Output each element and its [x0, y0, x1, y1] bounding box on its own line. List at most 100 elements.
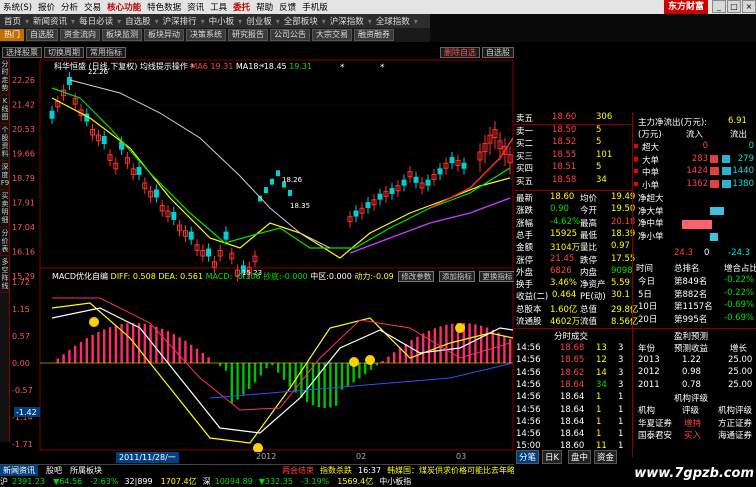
quote-level-label: 买五 — [516, 176, 534, 187]
profit-eps: 0.98 — [682, 367, 701, 378]
stat-value: 9098 — [611, 265, 633, 276]
menu-analysis[interactable]: 分析 — [58, 1, 81, 13]
profit-growth: 25.00 — [728, 367, 753, 378]
menu-phone[interactable]: 手机版 — [299, 1, 331, 13]
remove-watchlist-button[interactable]: 删除自选 — [440, 46, 480, 58]
sidebar-item-3[interactable]: 深度F9 — [0, 161, 10, 190]
menu-special-data[interactable]: 特色数据 — [144, 1, 184, 13]
quick-nav-1[interactable]: 自选股 — [26, 29, 58, 41]
sidebar-item-1[interactable]: K线图 — [0, 95, 10, 124]
quick-nav-9[interactable]: 融资融券 — [354, 29, 394, 41]
menu-bar: 系统(S) 报价 分析 交易 核心功能 特色数据 资讯 工具 委托 帮助 反馈 … — [0, 0, 756, 14]
menu-entrust[interactable]: 委托 — [230, 1, 253, 13]
maximize-icon[interactable]: □ — [727, 0, 741, 13]
quote-tab-2[interactable]: 盘中 — [568, 450, 592, 464]
macd-tick-label: 0.00 — [12, 359, 30, 368]
profit-growth: 25.00 — [728, 355, 753, 365]
quick-nav-6[interactable]: 研究报告 — [228, 29, 268, 41]
nav-item-1[interactable]: 新闻资讯 — [29, 15, 71, 27]
quick-nav-0[interactable]: 热门 — [0, 29, 24, 41]
quote-tab-0[interactable]: 分笔 — [516, 450, 540, 464]
menu-quote[interactable]: 报价 — [35, 1, 58, 13]
main-nav: 首页 ▾ 新闻资讯 ▾ 每日必读 ▾ 自选股 ▾ 沪深排行 ▾ 中小板 ▾ 创业板 ▾ 全部板块 ▾ 沪深指数 ▾… — [0, 14, 430, 28]
menu-help[interactable]: 帮助 — [253, 1, 276, 13]
switch-period-button[interactable]: 切换周期 — [44, 46, 84, 58]
nav-item-2[interactable]: 每日必读 — [75, 15, 117, 27]
edit-params-button[interactable]: 修改参数 — [398, 271, 435, 282]
candle-body — [437, 168, 443, 175]
sidebar-item-5[interactable]: 分价表 — [0, 227, 10, 256]
smiley-icon — [253, 443, 263, 452]
quick-nav-4[interactable]: 板块异动 — [144, 29, 184, 41]
quote-level-volume: 101 — [596, 149, 613, 160]
nav-item-3[interactable]: 自选股 — [121, 15, 155, 27]
sidebar-item-4[interactable]: 买卖明细 — [0, 190, 10, 227]
menu-system[interactable]: 系统(S) — [0, 1, 35, 13]
menu-feedback[interactable]: 反馈 — [276, 1, 299, 13]
ticker-time: 16:37 — [358, 466, 382, 475]
menu-tools[interactable]: 工具 — [207, 1, 230, 13]
stat-label: 量比 — [580, 243, 598, 254]
divider — [632, 328, 756, 329]
price-tick-label: 17.04 — [12, 223, 35, 232]
common-indicators-button[interactable]: 常用指标 — [86, 46, 126, 58]
smiley-icon — [365, 355, 375, 365]
quick-nav-5[interactable]: 决策系统 — [186, 29, 226, 41]
macd-tick-label: -0.57 — [12, 386, 33, 395]
candle-body — [377, 193, 383, 200]
quote-tab-1[interactable]: 日K — [542, 450, 563, 464]
flow-value: 6.91 — [728, 116, 747, 126]
quick-nav-3[interactable]: 板块监测 — [102, 29, 142, 41]
close-icon[interactable]: × — [742, 0, 756, 13]
flow-out-label: 流出 — [730, 130, 748, 140]
news-tab[interactable]: 新闻资讯 — [0, 465, 38, 476]
sidebar-item-0[interactable]: 分时走势 — [0, 58, 10, 95]
change-indicator-button[interactable]: 更换指标 — [479, 271, 516, 282]
nav-item-9[interactable]: 全球指数 — [372, 15, 414, 27]
nav-item-0[interactable]: 首页 — [0, 15, 25, 27]
macd-info-bar: MACD优化自编 DIFF: 0.508 DEA: 0.561 MACD: -0… — [52, 271, 516, 282]
industry-rank: 第849名 — [674, 277, 708, 287]
profit-year: 2013 — [638, 355, 660, 365]
quick-nav-8[interactable]: 大宗交易 — [312, 29, 352, 41]
watchlist-button[interactable]: 自选股 — [482, 46, 514, 58]
nav-item-7[interactable]: 全部板块 — [280, 15, 322, 27]
minimize-icon[interactable]: _ — [712, 0, 726, 13]
stat-value: 4602万 — [550, 317, 581, 327]
industry-ratio: -0.69% — [724, 312, 755, 323]
headline-2[interactable]: 指数杀跌 — [320, 465, 352, 476]
guba-tab[interactable]: 股吧 — [46, 465, 62, 476]
sector-tab[interactable]: 所属板块 — [70, 465, 102, 476]
flow-out-value: 1380 — [732, 178, 754, 189]
macd-tick-label: 0.57 — [12, 332, 30, 341]
menu-news[interactable]: 资讯 — [184, 1, 207, 13]
headline-1[interactable]: 两会结束 — [282, 465, 314, 476]
nav-item-6[interactable]: 创业板 — [242, 15, 276, 27]
sidebar-item-2[interactable]: 个股资料 — [0, 124, 10, 161]
net-mid: 0 — [704, 248, 710, 258]
profit-year: 2011 — [638, 379, 660, 390]
rating-col2: 评级 — [682, 406, 700, 416]
net-bar — [710, 207, 724, 215]
quote-tab-3[interactable]: 资金 — [594, 450, 618, 464]
quote-level-price: 18.60 — [552, 112, 577, 122]
price-tick-label: 21.42 — [12, 101, 35, 110]
trade-count: 1 — [618, 441, 624, 452]
industry-rank: 第1157名 — [674, 302, 713, 312]
window-controls: _ □ × — [711, 0, 756, 13]
menu-core[interactable]: 核心功能 — [104, 1, 144, 13]
nav-item-5[interactable]: 中小板 — [205, 15, 239, 27]
stock-chart[interactable]: 22.26 21.42 20.53 19.66 18.79 17.91 17.04 16.16… — [10, 58, 514, 452]
price-tick-label: 20.53 — [12, 125, 35, 134]
menu-trade[interactable]: 交易 — [81, 1, 104, 13]
sidebar-item-6[interactable]: 多空阵线 — [0, 256, 10, 293]
net-bar — [710, 233, 718, 241]
add-indicator-button[interactable]: 添加指标 — [438, 271, 475, 282]
quick-nav-2[interactable]: 资金流向 — [60, 29, 100, 41]
nav-item-4[interactable]: 沪深排行 — [159, 15, 201, 27]
nav-item-8[interactable]: 沪深指数 — [326, 15, 368, 27]
smiley-icon — [349, 357, 359, 367]
select-stock-button[interactable]: 选择股票 — [2, 46, 42, 58]
quick-nav-7[interactable]: 公司公告 — [270, 29, 310, 41]
candle-body — [276, 170, 280, 177]
